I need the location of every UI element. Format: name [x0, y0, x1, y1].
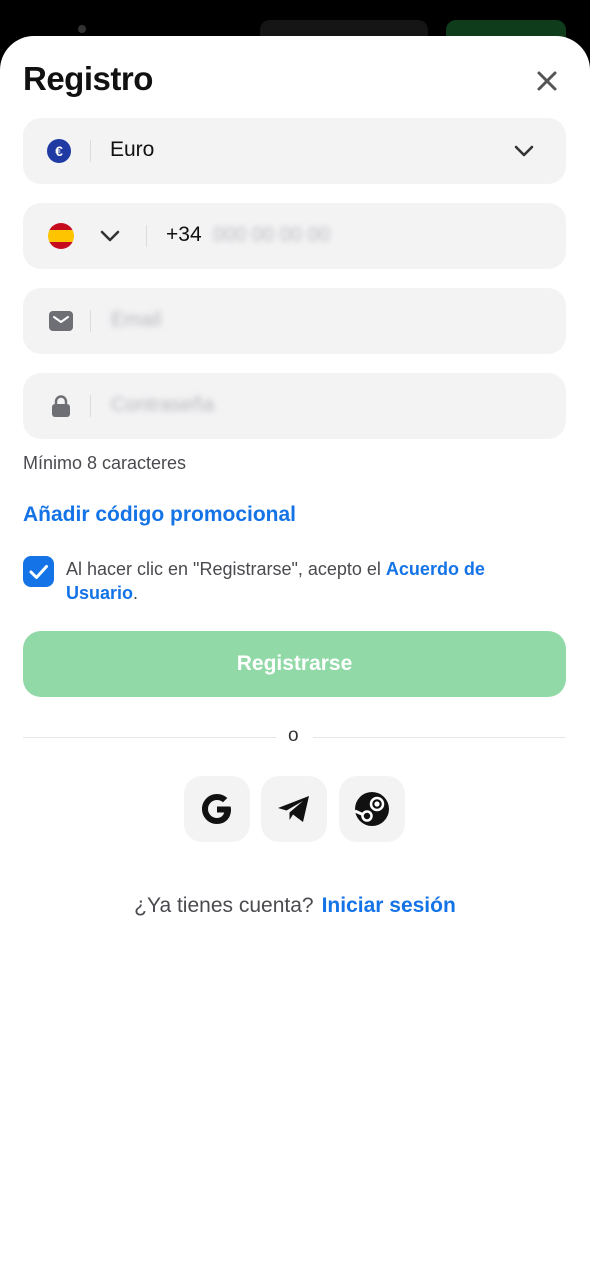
- telegram-login-button[interactable]: [261, 776, 327, 842]
- registration-sheet: Registro € Euro +34 000 00 00 00 Email C…: [0, 36, 590, 1280]
- email-field[interactable]: Email: [23, 288, 566, 354]
- password-input[interactable]: Contraseña: [111, 394, 214, 417]
- login-prompt: ¿Ya tienes cuenta? Iniciar sesión: [0, 894, 590, 918]
- add-promo-code-link[interactable]: Añadir código promocional: [23, 503, 296, 527]
- separator-line-left: [23, 737, 276, 738]
- field-divider: [90, 310, 91, 332]
- close-icon[interactable]: [530, 64, 564, 98]
- steam-login-button[interactable]: [339, 776, 405, 842]
- register-button[interactable]: Registrarse: [23, 631, 566, 697]
- login-link[interactable]: Iniciar sesión: [322, 894, 456, 917]
- field-divider: [90, 140, 91, 162]
- password-field[interactable]: Contraseña: [23, 373, 566, 439]
- field-divider: [146, 225, 147, 247]
- checkmark-icon: [29, 565, 48, 579]
- chevron-down-icon: [514, 145, 534, 157]
- header-dot: [78, 25, 86, 33]
- euro-icon: €: [47, 139, 71, 163]
- mail-icon: [49, 311, 73, 331]
- phone-input[interactable]: 000 00 00 00: [213, 224, 330, 247]
- terms-end: .: [133, 583, 139, 603]
- phone-field[interactable]: +34 000 00 00 00: [23, 203, 566, 269]
- separator-line-right: [313, 737, 566, 738]
- login-question: ¿Ya tienes cuenta?: [134, 894, 314, 917]
- steam-icon: [354, 792, 389, 826]
- currency-select[interactable]: € Euro: [23, 118, 566, 184]
- modal-title: Registro: [23, 60, 153, 97]
- terms-text: Al hacer clic en "Registrarse", acepto e…: [66, 557, 546, 605]
- telegram-icon: [278, 796, 309, 822]
- phone-prefix: +34: [166, 223, 202, 246]
- google-login-button[interactable]: [184, 776, 250, 842]
- email-input[interactable]: Email: [111, 309, 161, 332]
- field-divider: [90, 395, 91, 417]
- terms-label: Al hacer clic en "Registrarse", acepto e…: [66, 559, 386, 579]
- lock-icon: [52, 395, 70, 417]
- password-hint: Mínimo 8 caracteres: [23, 453, 187, 473]
- google-icon: [202, 794, 231, 824]
- spain-flag-icon[interactable]: [48, 223, 74, 249]
- country-chevron-down-icon[interactable]: [97, 223, 123, 249]
- currency-label: Euro: [110, 138, 155, 161]
- terms-checkbox[interactable]: [23, 556, 54, 587]
- separator-text: o: [288, 725, 299, 746]
